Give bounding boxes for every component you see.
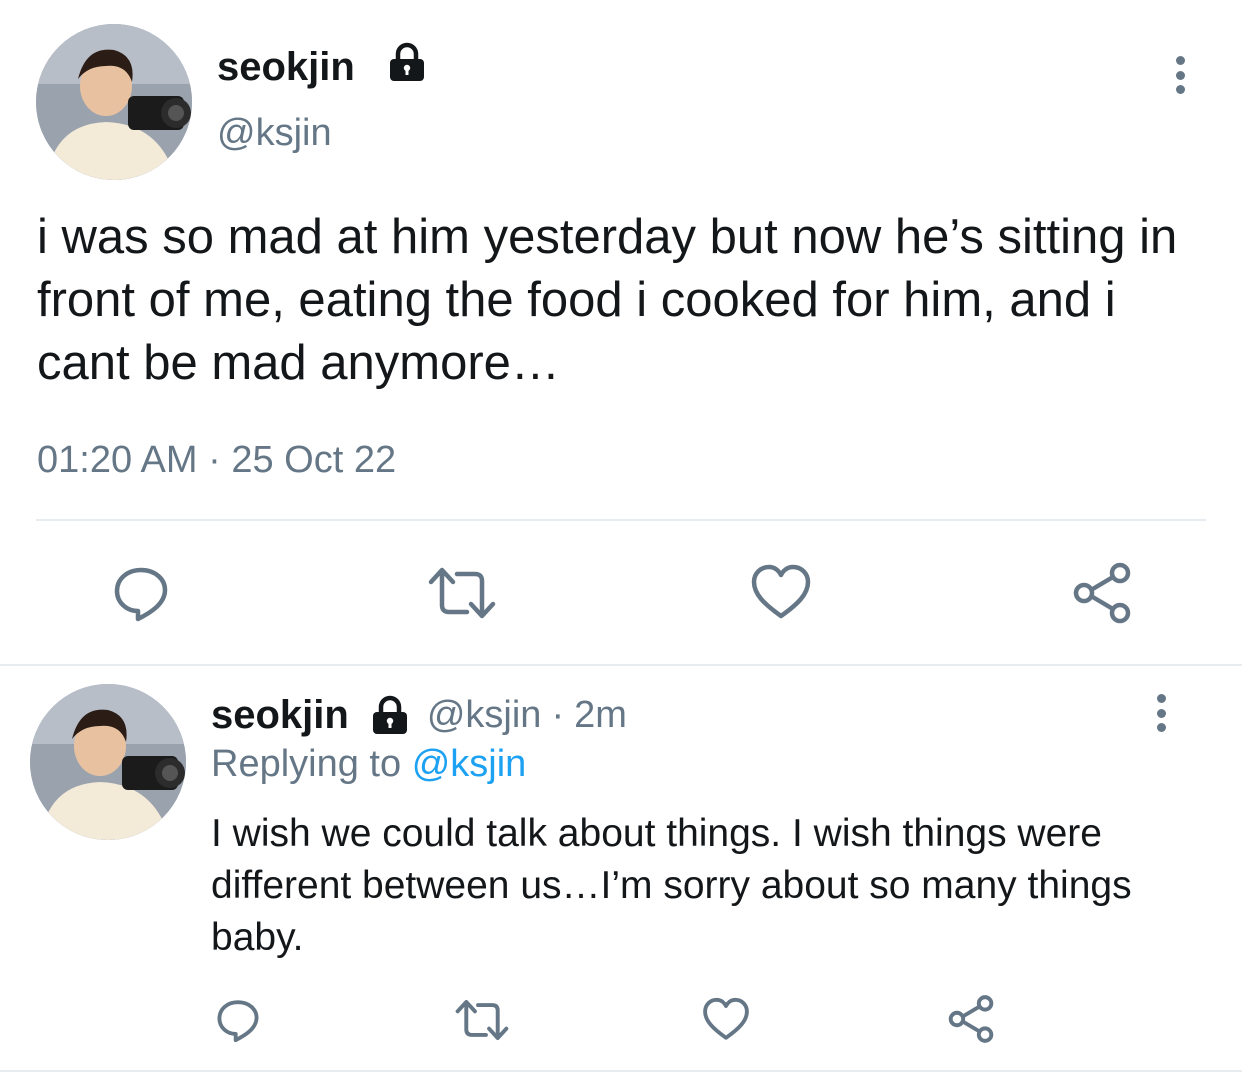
- divider: [36, 519, 1206, 521]
- share-button[interactable]: [1070, 561, 1134, 625]
- reply-icon: [217, 1000, 259, 1043]
- share-icon: [1073, 562, 1131, 624]
- handle[interactable]: @ksjin: [427, 694, 542, 737]
- main-tweet: seokjin @ksjin i was so mad at him yeste…: [0, 0, 1242, 664]
- tweet-time: 01:20 AM: [37, 439, 198, 481]
- tweet-text: i was so mad at him yesterday but now he…: [37, 210, 1178, 390]
- reply-header: seokjin @ksjin · 2m: [211, 690, 627, 740]
- share-button[interactable]: [946, 994, 996, 1044]
- retweet-icon: [428, 567, 496, 619]
- like-icon: [703, 997, 749, 1040]
- replying-handle-link[interactable]: @ksjin: [412, 743, 527, 785]
- replying-prefix: Replying to: [211, 743, 402, 785]
- more-options-icon[interactable]: [1155, 694, 1167, 732]
- tweet-text: I wish we could talk about things. I wis…: [211, 812, 1132, 959]
- retweet-button[interactable]: [427, 565, 497, 621]
- display-name[interactable]: seokjin: [217, 42, 355, 92]
- display-name[interactable]: seokjin: [211, 693, 349, 738]
- reply-tweet: seokjin @ksjin · 2m Replying to @ksjin I…: [0, 666, 1242, 1070]
- tweet-date: 25 Oct 22: [231, 439, 397, 481]
- like-icon: [751, 564, 811, 619]
- tweet-age[interactable]: 2m: [574, 694, 627, 737]
- like-button[interactable]: [702, 996, 750, 1044]
- retweet-icon: [455, 999, 509, 1041]
- separator: ·: [208, 439, 221, 481]
- lock-icon: [369, 694, 411, 736]
- replying-to: Replying to @ksjin: [211, 740, 526, 788]
- avatar-photo-icon: [36, 24, 192, 180]
- avatar[interactable]: [30, 684, 186, 840]
- retweet-button[interactable]: [454, 998, 510, 1042]
- share-icon: [948, 995, 994, 1043]
- lock-icon: [386, 41, 428, 83]
- separator: ·: [551, 693, 565, 736]
- more-options-icon[interactable]: [1174, 56, 1186, 94]
- bottom-divider: [0, 1070, 1242, 1072]
- reply-button[interactable]: [214, 996, 262, 1044]
- reply-button[interactable]: [110, 562, 172, 624]
- handle[interactable]: @ksjin: [217, 108, 332, 158]
- reply-icon: [114, 567, 168, 622]
- like-button[interactable]: [750, 562, 812, 624]
- timestamp[interactable]: 01:20 AM · 25 Oct 22: [37, 436, 396, 484]
- avatar-photo-icon: [30, 684, 186, 840]
- avatar[interactable]: [36, 24, 192, 180]
